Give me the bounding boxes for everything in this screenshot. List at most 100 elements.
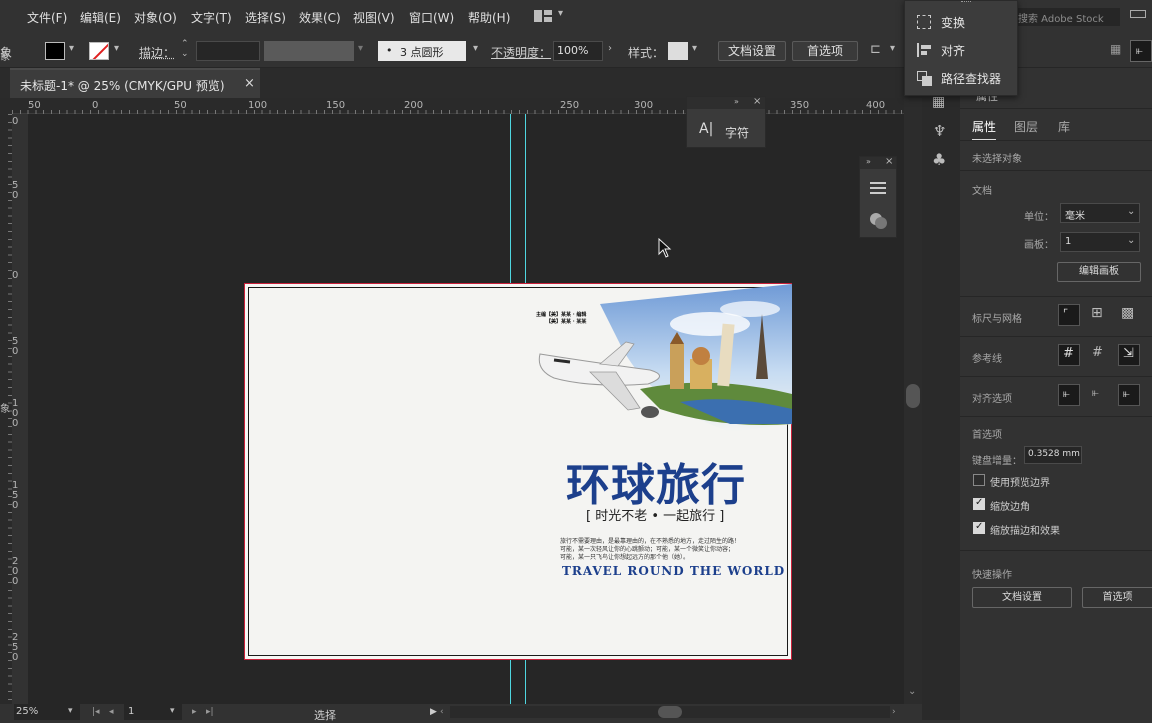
- menu-effect[interactable]: 效果(C): [299, 9, 341, 26]
- tab-layers[interactable]: 图层: [1014, 118, 1038, 135]
- arrange-icon[interactable]: ⊏: [870, 42, 881, 57]
- stroke-swatch[interactable]: [89, 42, 109, 60]
- close-icon[interactable]: ×: [244, 76, 255, 91]
- flyout-item-align[interactable]: 对齐: [941, 42, 965, 62]
- next-artboard-icon[interactable]: ▸: [192, 707, 197, 717]
- status-menu-icon[interactable]: ▶: [430, 707, 437, 717]
- scroll-thumb[interactable]: [906, 384, 920, 408]
- chevron-down-icon[interactable]: ▾: [114, 43, 119, 54]
- workspace-switcher-icon[interactable]: [534, 10, 552, 22]
- ruler-v-label: 0: [12, 190, 19, 201]
- grid-icon[interactable]: ▦: [1110, 42, 1121, 56]
- artboard-select[interactable]: 1 ⌄: [1060, 232, 1140, 252]
- doc-settings-button[interactable]: 文档设置: [718, 41, 786, 61]
- chevron-down-icon[interactable]: ▾: [358, 43, 363, 54]
- snap-to-grid-icon[interactable]: ⫦: [1088, 384, 1110, 406]
- flyout-item-transform[interactable]: 变换: [941, 14, 965, 34]
- tab-properties[interactable]: 属性: [972, 118, 997, 141]
- horizontal-ruler[interactable]: 50 0 50 100 150 150 200 250 300 350 400: [12, 98, 904, 114]
- artboard-nav-field[interactable]: 1 ▾: [124, 704, 182, 720]
- opacity-label[interactable]: 不透明度：: [491, 44, 551, 61]
- quick-preferences-button[interactable]: 首选项: [1082, 587, 1152, 608]
- smart-guides-icon[interactable]: ⇲: [1118, 344, 1140, 366]
- last-artboard-icon[interactable]: ▸|: [206, 707, 214, 717]
- ruler-origin[interactable]: [0, 98, 12, 114]
- chevron-down-icon[interactable]: ▾: [69, 43, 74, 54]
- menu-file[interactable]: 文件(F): [27, 9, 67, 26]
- mini-floating-panel[interactable]: » ×: [859, 156, 897, 238]
- unit-value: 毫米: [1065, 211, 1085, 222]
- tab-libraries[interactable]: 库: [1058, 118, 1070, 135]
- cover-english-title: TRAVEL ROUND THE WORLD: [562, 564, 786, 578]
- transform-icon[interactable]: [917, 15, 931, 29]
- collapse-icon[interactable]: »: [734, 97, 739, 106]
- edit-artboard-button[interactable]: 编辑画板: [1057, 262, 1141, 282]
- menu-window[interactable]: 窗口(W): [409, 9, 454, 26]
- stroke-weight-field[interactable]: [196, 41, 260, 61]
- scroll-thumb[interactable]: [658, 706, 682, 718]
- panel-flyout: 变换 对齐 路径查找器: [904, 0, 1018, 96]
- scale-strokes-checkbox[interactable]: ✓: [973, 521, 985, 534]
- lock-guides-icon[interactable]: #: [1088, 344, 1110, 366]
- keyboard-increment-field[interactable]: 0.3528 mm: [1024, 446, 1082, 464]
- fill-swatch[interactable]: [45, 42, 65, 60]
- chevron-right-icon[interactable]: ›: [608, 43, 612, 54]
- unit-select[interactable]: 毫米 ⌄: [1060, 203, 1140, 223]
- brushes-icon[interactable]: ♆: [933, 122, 946, 140]
- menu-edit[interactable]: 编辑(E): [80, 9, 121, 26]
- use-preview-bounds-checkbox[interactable]: [973, 474, 985, 486]
- opacity-field[interactable]: 100%: [553, 41, 603, 61]
- chevron-down-icon[interactable]: ▾: [473, 43, 478, 54]
- chevron-right-icon[interactable]: ›: [892, 707, 896, 717]
- zoom-field[interactable]: 25% ▾: [14, 704, 80, 720]
- chevron-down-icon[interactable]: ⌄: [908, 686, 916, 697]
- snap-icon[interactable]: ⫦: [1130, 40, 1152, 62]
- transparency-grid-icon[interactable]: ▩: [1118, 304, 1140, 326]
- menu-view[interactable]: 视图(V): [353, 9, 395, 26]
- quick-doc-settings-button[interactable]: 文档设置: [972, 587, 1072, 608]
- align-icon[interactable]: [917, 43, 919, 57]
- menu-select[interactable]: 选择(S): [245, 9, 286, 26]
- window-restore-icon[interactable]: [1130, 10, 1146, 18]
- close-icon[interactable]: ×: [885, 156, 893, 167]
- properties-panel: ⌄ 属性 属性 图层 库 未选择对象 文档 单位： 毫米 ⌄ 画板： 1 ⌄ 编…: [960, 88, 1152, 720]
- document-tab[interactable]: 未标题-1* @ 25% (CMYK/GPU 预览) ×: [10, 68, 260, 98]
- menu-object[interactable]: 对象(O): [134, 9, 177, 26]
- snap-to-point-icon[interactable]: ⫦: [1058, 384, 1080, 406]
- character-panel[interactable]: » × A| 字符: [686, 96, 766, 148]
- scale-corners-checkbox[interactable]: ✓: [973, 497, 985, 510]
- grid-toggle-icon[interactable]: ⊞: [1088, 304, 1110, 326]
- flyout-item-pathfinder[interactable]: 路径查找器: [941, 70, 1001, 90]
- cover-body-line: 可能，某一只飞鸟让你想起远方的那个他（她）。: [560, 554, 690, 561]
- chevron-down-icon[interactable]: ▾: [558, 8, 563, 19]
- ruler-v-label: 0: [12, 418, 19, 429]
- menu-help[interactable]: 帮助(H): [468, 9, 510, 26]
- style-swatch[interactable]: [668, 42, 688, 60]
- ruler-v-label: 0: [12, 346, 19, 357]
- menu-lines-icon[interactable]: [870, 187, 886, 189]
- stock-search-input[interactable]: 搜索 Adobe Stock: [1010, 8, 1120, 26]
- snap-to-pixel-icon[interactable]: ⫦: [1118, 384, 1140, 406]
- symbols-icon[interactable]: ♣: [932, 150, 946, 169]
- menu-type[interactable]: 文字(T): [191, 9, 232, 26]
- prev-artboard-icon[interactable]: ◂: [109, 707, 114, 717]
- chevron-left-icon[interactable]: ‹: [440, 707, 444, 717]
- chevron-down-icon[interactable]: ▾: [890, 43, 895, 54]
- quick-actions-heading: 快速操作: [972, 570, 1012, 581]
- vertical-scrollbar[interactable]: ⌄: [904, 98, 922, 704]
- ruler-toggle-icon[interactable]: ⌜: [1058, 304, 1080, 326]
- first-artboard-icon[interactable]: |◂: [92, 707, 100, 717]
- preferences-button[interactable]: 首选项: [792, 41, 858, 61]
- brush-field[interactable]: • 3 点圆形: [378, 41, 466, 61]
- stroke-stepper-icon[interactable]: ⌃ ⌄: [181, 39, 189, 59]
- guides-visibility-icon[interactable]: #: [1058, 344, 1080, 366]
- horizontal-scrollbar[interactable]: [450, 706, 890, 718]
- document-tab-title: 未标题-1* @ 25% (CMYK/GPU 预览): [20, 79, 225, 93]
- variable-width-field[interactable]: [264, 41, 354, 61]
- swatches-icon[interactable]: ▦: [932, 94, 945, 110]
- keyboard-increment-value: 0.3528 mm: [1028, 449, 1080, 459]
- panel-edge-label: 象: [0, 52, 10, 63]
- collapse-icon[interactable]: »: [866, 157, 871, 166]
- chevron-down-icon[interactable]: ▾: [692, 43, 697, 54]
- close-icon[interactable]: ×: [753, 96, 761, 107]
